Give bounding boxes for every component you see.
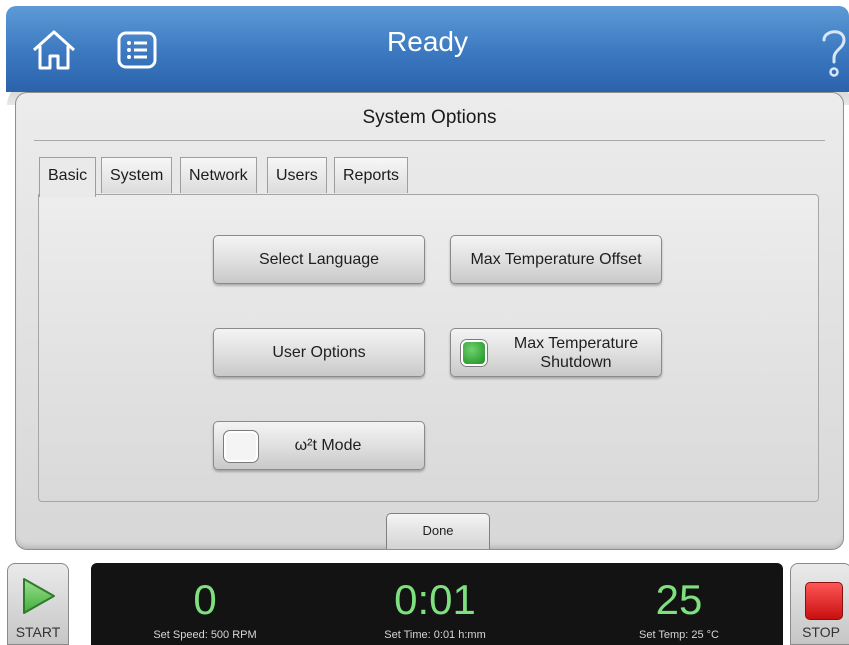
dialog-title: System Options <box>362 107 497 128</box>
system-options-dialog: System Options Basic System Network User… <box>7 83 849 550</box>
set-temperature-caption: Set Temp: 25 °C <box>638 629 719 641</box>
set-speed-caption: Set Speed: 500 RPM <box>153 629 257 641</box>
done-button[interactable]: Done <box>386 513 490 549</box>
status-title: Ready <box>387 26 468 57</box>
tab-reports[interactable]: Reports <box>334 157 409 193</box>
divider <box>34 140 825 141</box>
temperature-readout: 25 Set Temp: 25 °C <box>579 563 779 642</box>
tab-system[interactable]: System <box>101 157 173 193</box>
max-temperature-offset-button[interactable]: Max Temperature Offset <box>450 235 662 284</box>
basic-tab-panel: Select Language Max Temperature Offset U… <box>38 194 819 502</box>
max-temperature-shutdown-label: Max Temperature Shutdown <box>513 334 639 371</box>
select-language-label: Select Language <box>258 250 380 268</box>
temperature-value: 25 <box>655 576 703 623</box>
omega-mode-label: ω²t Mode <box>294 436 362 454</box>
time-readout: 0:01 Set Time: 0:01 h:mm <box>335 563 535 642</box>
top-bar: Ready <box>6 6 849 92</box>
user-options-label: User Options <box>272 343 366 361</box>
help-button[interactable] <box>818 24 849 80</box>
stop-button[interactable]: STOP <box>790 563 849 645</box>
start-button[interactable]: START <box>7 563 69 645</box>
stop-label: STOP <box>802 624 840 640</box>
omega-squared-t-mode-toggle[interactable]: ω²t Mode <box>213 421 425 470</box>
speed-readout: 0 Set Speed: 500 RPM <box>105 563 305 642</box>
max-temperature-shutdown-toggle[interactable]: Max Temperature Shutdown <box>450 328 662 377</box>
start-label: START <box>15 624 61 640</box>
play-icon <box>23 578 55 614</box>
toggle-indicator-on <box>461 340 487 366</box>
question-mark-icon <box>822 30 846 77</box>
tab-basic[interactable]: Basic <box>39 157 97 197</box>
run-status-panel: 0 Set Speed: 500 RPM 0:01 Set Time: 0:01… <box>91 563 783 645</box>
stop-icon <box>805 582 843 620</box>
tab-network[interactable]: Network <box>180 157 257 193</box>
select-language-button[interactable]: Select Language <box>213 235 425 284</box>
user-options-button[interactable]: User Options <box>213 328 425 377</box>
set-time-caption: Set Time: 0:01 h:mm <box>384 629 486 641</box>
tab-users[interactable]: Users <box>267 157 327 193</box>
speed-value: 0 <box>193 576 217 623</box>
toggle-indicator-off <box>224 431 258 462</box>
time-value: 0:01 <box>394 576 476 623</box>
max-temperature-offset-label: Max Temperature Offset <box>470 250 642 268</box>
